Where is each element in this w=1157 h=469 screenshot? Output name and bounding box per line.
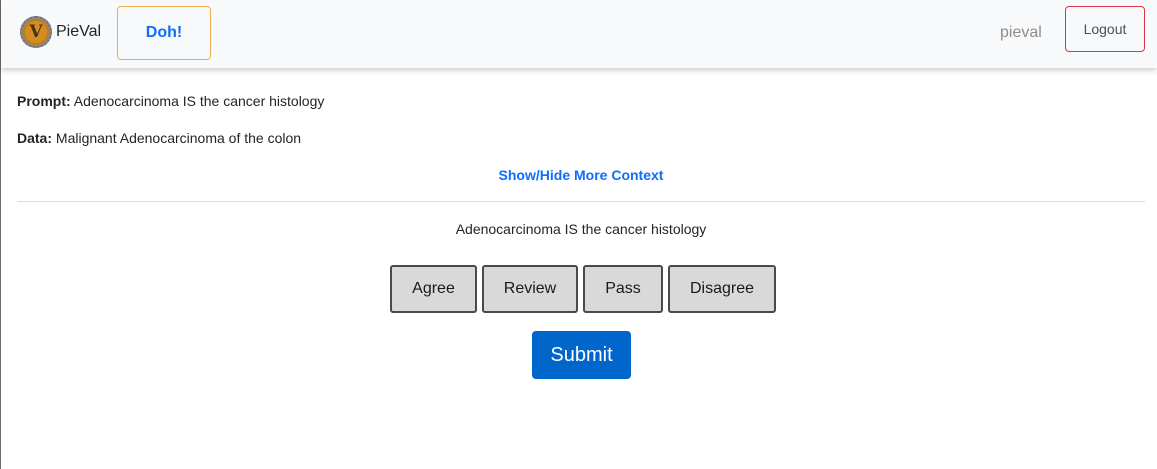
prompt-line: Prompt: Adenocarcinoma IS the cancer his… (17, 93, 324, 109)
prompt-label: Prompt: (17, 93, 71, 109)
brand[interactable]: V PieVal (20, 16, 101, 48)
review-button[interactable]: Review (482, 265, 578, 313)
username: pieval (1000, 24, 1042, 41)
app-frame: V PieVal Doh! pieval Logout Prompt: Aden… (0, 0, 1157, 469)
disagree-button[interactable]: Disagree (668, 265, 776, 313)
question-text: Adenocarcinoma IS the cancer histology (455, 221, 707, 237)
pieval-logo-icon: V (20, 16, 52, 48)
navbar: V PieVal Doh! pieval Logout (1, 0, 1157, 68)
doh-button[interactable]: Doh! (117, 6, 211, 60)
logo-letter: V (29, 22, 43, 42)
choice-group: Agree Review Pass Disagree (390, 265, 776, 313)
prompt-text: Adenocarcinoma IS the cancer histology (73, 93, 325, 109)
brand-name: PieVal (56, 23, 102, 40)
data-label: Data: (17, 130, 53, 146)
data-line: Data: Malignant Adenocarcinoma of the co… (17, 130, 301, 146)
logout-button[interactable]: Logout (1065, 6, 1145, 52)
pass-button[interactable]: Pass (583, 265, 663, 313)
divider (17, 201, 1145, 202)
agree-button[interactable]: Agree (390, 265, 477, 313)
show-hide-context-link[interactable]: Show/Hide More Context (1, 167, 1157, 183)
data-text: Malignant Adenocarcinoma of the colon (55, 130, 302, 146)
submit-button[interactable]: Submit (532, 331, 631, 379)
